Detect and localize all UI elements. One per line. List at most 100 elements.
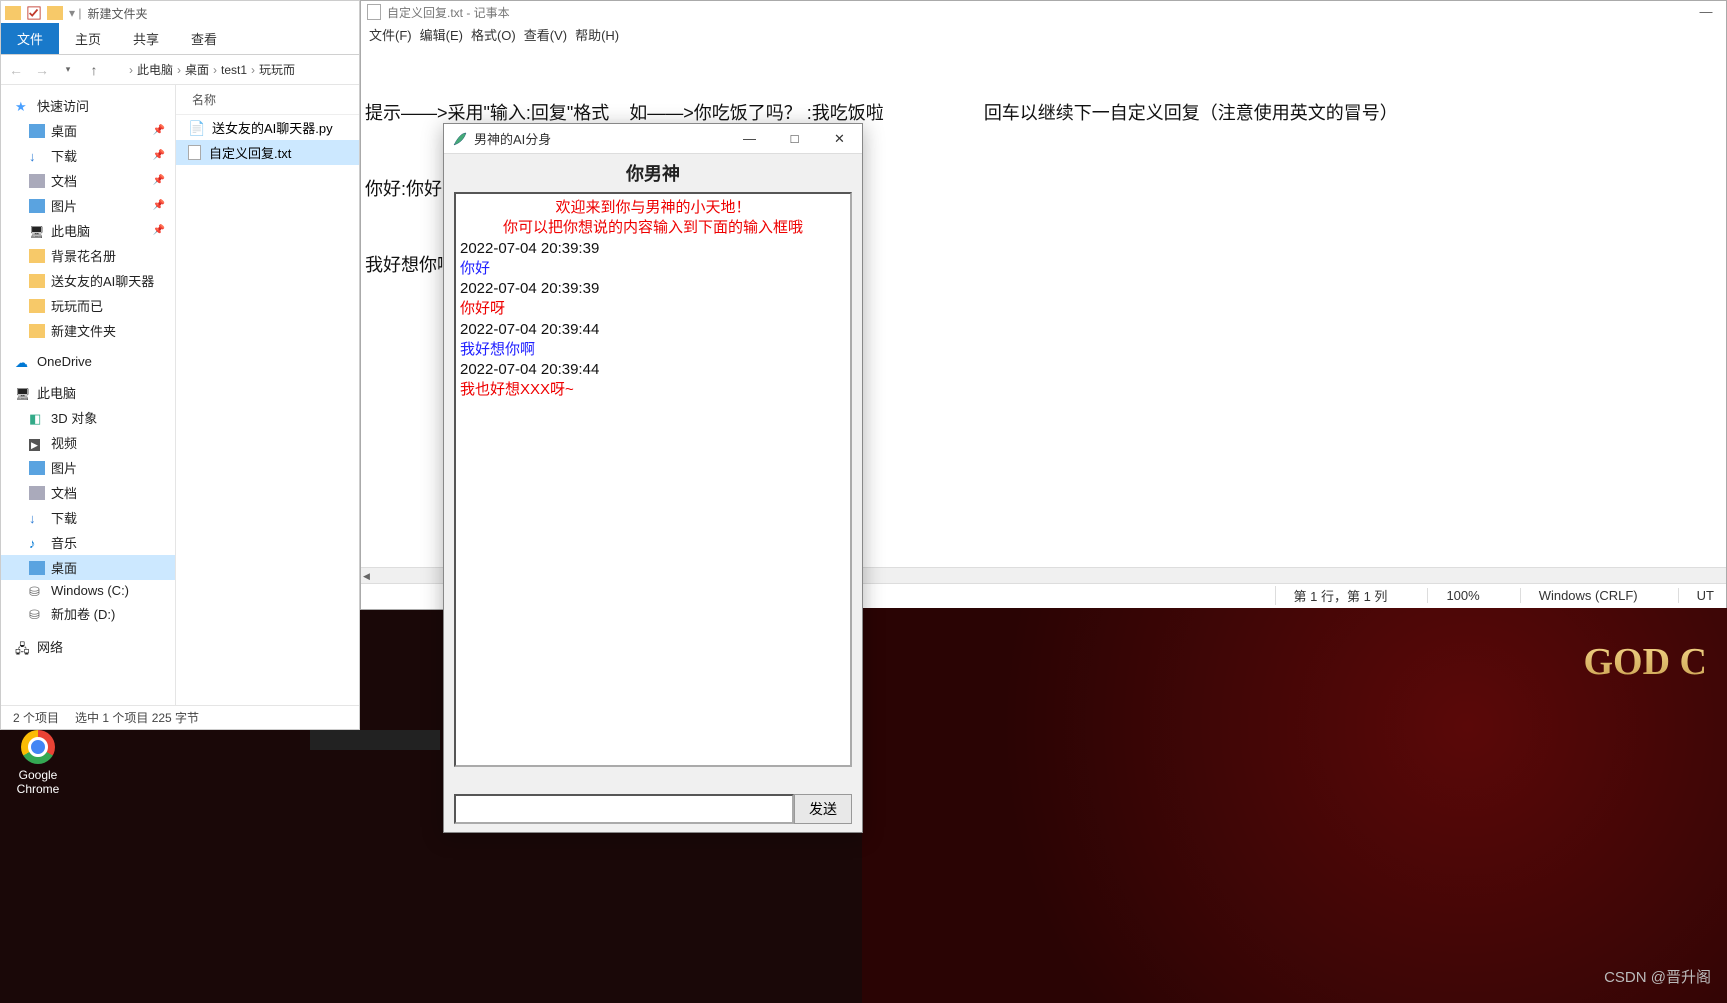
nav-videos[interactable]: 视频 <box>1 430 175 455</box>
pc-icon <box>29 224 45 238</box>
forward-icon[interactable]: → <box>33 61 51 79</box>
file-name: 自定义回复.txt <box>209 143 291 162</box>
nav-3d[interactable]: 3D 对象 <box>1 405 175 430</box>
zoom-level: 100% <box>1427 588 1479 603</box>
nav-onedrive[interactable]: OneDrive <box>1 351 175 372</box>
breadcrumb[interactable]: ›此电脑 ›桌面 ›test1 ›玩玩而 <box>111 61 353 78</box>
nav-documents[interactable]: 文档📌 <box>1 168 175 193</box>
nav-folder[interactable]: 新建文件夹 <box>1 318 175 343</box>
nav-label: 下载 <box>51 508 77 527</box>
nav-folder[interactable]: 送女友的AI聊天器 <box>1 268 175 293</box>
tab-view[interactable]: 查看 <box>175 23 233 54</box>
timestamp: 2022-07-04 20:39:39 <box>460 239 846 259</box>
notepad-titlebar[interactable]: 自定义回复.txt - 记事本 — <box>361 1 1726 23</box>
crumb[interactable]: test1 <box>221 63 247 77</box>
cursor-position: 第 1 行，第 1 列 <box>1275 586 1388 605</box>
folder-icon <box>47 6 63 20</box>
drive-icon <box>29 584 45 598</box>
ribbon-tabs: 文件 主页 共享 查看 <box>1 25 359 55</box>
minimize-button[interactable]: — <box>1686 1 1726 23</box>
chrome-shortcut[interactable]: Google Chrome <box>8 730 68 796</box>
nav-downloads[interactable]: 下载 <box>1 505 175 530</box>
music-icon <box>29 536 45 550</box>
nav-music[interactable]: 音乐 <box>1 530 175 555</box>
crumb[interactable]: 桌面 <box>185 61 209 78</box>
folder-icon <box>29 324 45 338</box>
nav-quick-access[interactable]: 快速访问 <box>1 93 175 118</box>
crumb[interactable]: 此电脑 <box>137 61 173 78</box>
tab-share[interactable]: 共享 <box>117 23 175 54</box>
folder-icon <box>29 274 45 288</box>
nav-label: 快速访问 <box>37 96 89 115</box>
nav-desktop[interactable]: 桌面📌 <box>1 118 175 143</box>
minimize-button[interactable]: — <box>727 124 772 154</box>
column-header-name[interactable]: 名称 <box>176 85 359 115</box>
nav-network[interactable]: 网络 <box>1 634 175 659</box>
watermark: CSDN @晋升阁 <box>1604 966 1711 987</box>
nav-label: 音乐 <box>51 533 77 552</box>
nav-pictures[interactable]: 图片 <box>1 455 175 480</box>
nav-folder[interactable]: 背景花名册 <box>1 243 175 268</box>
text-file-icon <box>188 145 201 160</box>
file-row[interactable]: 自定义回复.txt <box>176 140 359 165</box>
nav-drive-c[interactable]: Windows (C:) <box>1 580 175 601</box>
nav-pictures[interactable]: 图片📌 <box>1 193 175 218</box>
tab-file[interactable]: 文件 <box>1 23 59 54</box>
nav-folder[interactable]: 玩玩而已 <box>1 293 175 318</box>
nav-label: 背景花名册 <box>51 246 116 265</box>
star-icon <box>15 99 31 113</box>
up-icon[interactable]: ↑ <box>85 61 103 79</box>
picture-icon <box>29 199 45 213</box>
nav-desktop[interactable]: 桌面 <box>1 555 175 580</box>
nav-thispc[interactable]: 此电脑 <box>1 380 175 405</box>
send-button[interactable]: 发送 <box>794 794 852 824</box>
shortcut-label: Google Chrome <box>8 768 68 796</box>
status-bar: 2 个项目 选中 1 个项目 225 字节 <box>1 705 359 729</box>
maximize-button[interactable]: □ <box>772 124 817 154</box>
python-file-icon <box>188 120 204 136</box>
crumb[interactable]: 玩玩而 <box>259 61 295 78</box>
nav-thispc-pinned[interactable]: 此电脑📌 <box>1 218 175 243</box>
window-title: 自定义回复.txt - 记事本 <box>387 4 510 21</box>
menu-view[interactable]: 查看(V) <box>524 25 567 44</box>
menu-help[interactable]: 帮助(H) <box>575 25 619 44</box>
file-explorer-window: ▾ | 新建文件夹 文件 主页 共享 查看 ← → ▾ ↑ ›此电脑 ›桌面 ›… <box>0 0 360 730</box>
tk-titlebar[interactable]: 男神的AI分身 — □ ✕ <box>444 124 862 154</box>
welcome-text: 你可以把你想说的内容输入到下面的输入框哦 <box>460 218 846 238</box>
nav-drive-d[interactable]: 新加卷 (D:) <box>1 601 175 626</box>
message-input[interactable] <box>454 794 794 824</box>
nav-documents[interactable]: 文档 <box>1 480 175 505</box>
nav-label: 下载 <box>51 146 77 165</box>
download-icon <box>29 511 45 525</box>
menu-edit[interactable]: 编辑(E) <box>420 25 463 44</box>
close-button[interactable]: ✕ <box>817 124 862 154</box>
user-message: 我好想你啊 <box>460 340 846 360</box>
pin-icon: 📌 <box>153 200 165 211</box>
nav-label: 此电脑 <box>51 221 90 240</box>
qat-checkbox-icon[interactable] <box>27 6 41 20</box>
nav-label: 新建文件夹 <box>51 321 116 340</box>
document-icon <box>29 174 45 188</box>
dropdown-icon[interactable]: ▾ <box>59 61 77 79</box>
nav-label: 视频 <box>51 433 77 452</box>
timestamp: 2022-07-04 20:39:44 <box>460 320 846 340</box>
network-icon <box>15 640 31 654</box>
explorer-titlebar[interactable]: ▾ | 新建文件夹 <box>1 1 359 25</box>
file-row[interactable]: 送女友的AI聊天器.py <box>176 115 359 140</box>
window-title: 新建文件夹 <box>87 5 147 22</box>
welcome-text: 欢迎来到你与男神的小天地！ <box>460 198 846 218</box>
menu-format[interactable]: 格式(O) <box>471 25 516 44</box>
picture-icon <box>29 461 45 475</box>
menu-file[interactable]: 文件(F) <box>369 25 412 44</box>
nav-label: 3D 对象 <box>51 408 97 427</box>
chrome-icon <box>21 730 55 764</box>
file-list: 名称 送女友的AI聊天器.py 自定义回复.txt <box>176 85 359 705</box>
chat-log[interactable]: 欢迎来到你与男神的小天地！ 你可以把你想说的内容输入到下面的输入框哦 2022-… <box>454 192 852 767</box>
taskbar-fragment <box>310 730 440 750</box>
pin-icon: 📌 <box>153 150 165 161</box>
tab-home[interactable]: 主页 <box>59 23 117 54</box>
document-icon <box>29 486 45 500</box>
download-icon <box>29 149 45 163</box>
back-icon[interactable]: ← <box>7 61 25 79</box>
nav-downloads[interactable]: 下载 📌 <box>1 143 175 168</box>
